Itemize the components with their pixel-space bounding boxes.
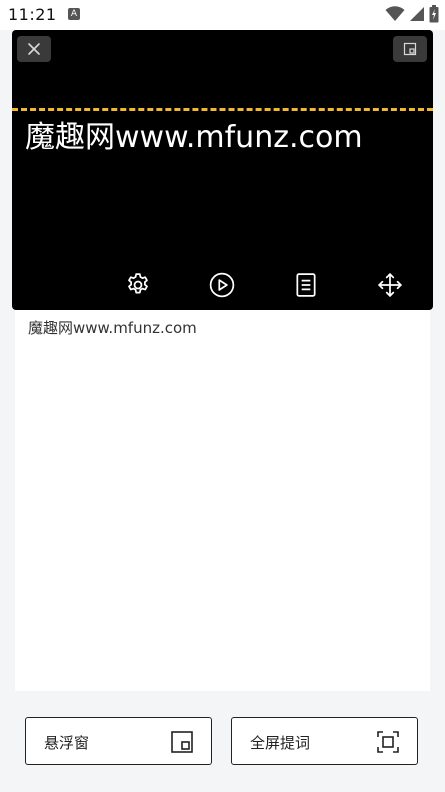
play-icon: [209, 272, 235, 298]
document-icon: [296, 273, 316, 297]
reading-guide-line: [12, 108, 433, 111]
picture-in-picture-icon: [403, 42, 417, 56]
status-bar: 11:21 A: [0, 0, 445, 30]
floating-window-label: 悬浮窗: [44, 734, 90, 752]
move-icon: [378, 273, 402, 297]
cellular-signal-icon: [410, 7, 424, 21]
floating-prompter-window[interactable]: 魔趣网www.mfunz.com: [12, 30, 433, 310]
play-button[interactable]: [209, 272, 235, 298]
wifi-icon: [385, 6, 405, 21]
move-window-handle[interactable]: [377, 272, 403, 298]
fullscreen-prompter-label: 全屏提词: [250, 734, 311, 752]
script-list-button[interactable]: [293, 272, 319, 298]
settings-icon: [128, 273, 148, 294]
picture-in-picture-icon: [171, 731, 193, 753]
floating-window-button[interactable]: 悬浮窗: [25, 717, 212, 765]
close-icon: [28, 43, 40, 55]
settings-button[interactable]: [125, 272, 151, 298]
minimize-window-button[interactable]: [393, 36, 427, 62]
script-text: 魔趣网www.mfunz.com: [28, 319, 197, 337]
battery-icon: [429, 5, 439, 23]
close-button[interactable]: [17, 36, 51, 62]
fullscreen-prompter-button[interactable]: 全屏提词: [231, 717, 418, 765]
fullscreen-icon: [377, 731, 399, 753]
status-indicators: [385, 5, 439, 23]
prompter-text: 魔趣网www.mfunz.com: [25, 120, 363, 155]
status-time: 11:21: [8, 5, 57, 24]
notification-app-icon: A: [68, 8, 80, 20]
